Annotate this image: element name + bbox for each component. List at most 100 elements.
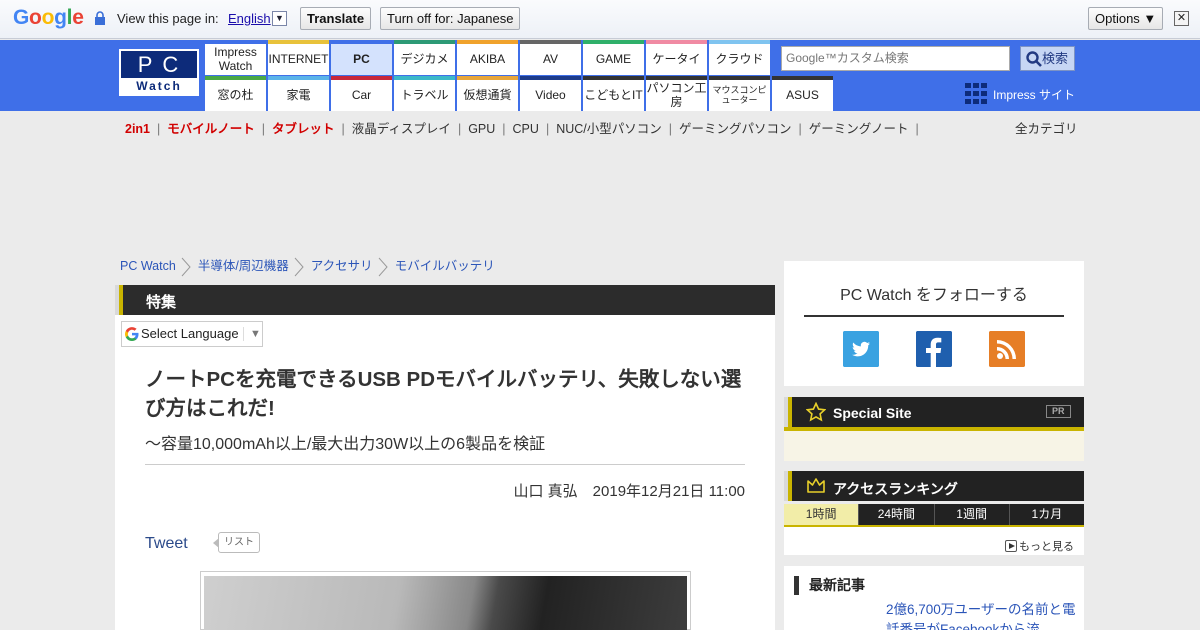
special-site-box: Special Site PR [784,397,1084,427]
ranking-tab[interactable]: 24時間 [858,504,933,525]
google-g-icon [125,327,139,341]
impress-site-label: Impress サイト [993,88,1076,102]
star-icon [806,402,826,422]
category-link[interactable]: 2in1 [118,122,157,136]
translate-button[interactable]: Translate [300,7,372,30]
search-input[interactable]: Google™カスタム検索 [781,46,1010,71]
nav-item[interactable]: Impress Watch [205,40,266,75]
ranking-box: アクセスランキング [784,471,1084,501]
category-link[interactable]: 液晶ディスプレイ [345,118,458,137]
latest-title: 最新記事 [794,576,865,595]
select-language-label: Select Language [141,326,239,341]
nav-item[interactable]: 家電 [268,76,329,111]
breadcrumb-item[interactable]: 半導体/周辺機器 [198,255,289,274]
site-nav: Impress Watch INTERNET PC デジカメ AKIBA AV GAME ケー… [205,40,833,111]
search-icon [1026,51,1042,67]
breadcrumb-item[interactable]: アクセサリ [311,255,373,274]
nav-item[interactable]: マウスコンピューター [709,76,770,111]
nav-item[interactable]: Car [331,76,392,111]
pc-watch-logo[interactable]: PC Watch [119,49,199,96]
ranking-title: アクセスランキング [833,481,958,497]
latest-article-link[interactable]: 2億6,700万ユーザーの名前と電話番号がFacebookから流 [886,600,1076,630]
section-accent-bar [119,285,123,315]
nav-item[interactable]: AV [520,40,581,75]
lock-icon [95,11,105,25]
breadcrumb-item[interactable]: PC Watch [120,259,176,273]
nav-item[interactable]: ケータイ [646,40,707,75]
nav-item[interactable]: PC [331,40,392,75]
nav-item[interactable]: Video [520,76,581,111]
nav-item[interactable]: クラウド [709,40,770,75]
article-image [204,576,687,630]
list-button[interactable]: リスト [213,532,260,553]
follow-box: PC Watch をフォローする [784,261,1084,386]
latest-articles-box: 最新記事 2億6,700万ユーザーの名前と電話番号がFacebookから流 [784,566,1084,630]
all-categories-link[interactable]: 全カテゴリ [1015,118,1078,137]
article-photo[interactable] [200,571,691,630]
chevron-right-icon [294,257,304,277]
ranking-header: アクセスランキング [784,471,1084,501]
nav-item[interactable]: 仮想通貨 [457,76,518,111]
special-site-header: Special Site PR [784,397,1084,427]
category-link[interactable]: NUC/小型パソコン [549,118,669,137]
category-bar: 2in1 | モバイルノート | タブレット | 液晶ディスプレイ | GPU | CPU | NUC/… [118,118,1078,137]
ranking-tab[interactable]: 1週間 [933,504,1009,525]
nav-item[interactable]: デジカメ [394,40,455,75]
options-button[interactable]: Options ▼ [1088,7,1164,30]
nav-item[interactable]: 窓の杜 [205,76,266,111]
nav-item[interactable]: パソコン工房 [646,76,707,111]
follow-title: PC Watch をフォローする [804,281,1064,317]
nav-item[interactable]: トラベル [394,76,455,111]
category-link[interactable]: タブレット [265,118,342,137]
more-label: もっと見る [1019,541,1074,553]
logo-top-text: PC [137,52,189,77]
category-link[interactable]: GPU [461,122,502,136]
rss-icon[interactable] [989,331,1025,367]
crown-icon [807,478,825,493]
ranking-body: もっと見る [784,525,1084,555]
close-icon[interactable]: ✕ [1174,11,1189,26]
header-accent-bar [788,397,792,427]
category-link[interactable]: モバイルノート [160,118,262,137]
play-icon [1005,540,1017,552]
article-title: ノートPCを充電できるUSB PDモバイルバッテリ、失敗しない選び方はこれだ! [145,368,742,420]
tweet-button[interactable]: Tweet [145,535,188,553]
language-select[interactable]: English [228,11,271,26]
category-link[interactable]: CPU [506,122,546,136]
search-button-label: 検索 [1041,51,1068,66]
special-site-title: Special Site [833,405,912,421]
language-dropdown-icon[interactable]: ▼ [272,11,287,26]
nav-item[interactable]: こどもとIT [583,76,644,111]
search-button[interactable]: 検索 [1020,46,1075,71]
logo-bottom-text: Watch [121,78,197,94]
category-separator: | [915,122,919,136]
chevron-right-icon [181,257,191,277]
view-page-label: View this page in: [117,11,219,26]
select-language-dropdown[interactable]: Select Language ▼ [121,321,263,347]
divider [145,464,745,465]
pr-badge: PR [1046,405,1071,418]
category-link[interactable]: ゲーミングパソコン [672,118,799,137]
ranking-tab[interactable]: 1カ月 [1008,504,1084,525]
special-site-body [784,427,1084,461]
breadcrumb-item[interactable]: モバイルバッテリ [395,255,495,274]
facebook-icon[interactable] [916,331,952,367]
nav-item[interactable]: GAME [583,40,644,75]
chevron-right-icon [378,257,388,277]
nav-item[interactable]: ASUS [772,76,833,111]
grid-icon [965,83,987,104]
article: 特集 Select Language ▼ ノートPCを充電できるUSB PDモバ… [115,285,775,630]
turn-off-button[interactable]: Turn off for: Japanese [380,7,521,30]
translate-bar: Google View this page in: English ▼ Tran… [0,0,1200,39]
section-header: 特集 [115,285,775,315]
twitter-icon[interactable] [843,331,879,367]
breadcrumb: PC Watch 半導体/周辺機器 アクセサリ モバイルバッテリ [120,255,495,277]
google-logo: Google [13,6,84,29]
nav-item[interactable]: AKIBA [457,40,518,75]
more-link[interactable]: もっと見る [1005,538,1074,554]
chevron-down-icon: ▼ [243,327,261,341]
ranking-tab[interactable]: 1時間 [784,504,859,525]
byline: 山口 真弘 2019年12月21日 11:00 [513,483,746,500]
nav-item[interactable]: INTERNET [268,40,329,75]
category-link[interactable]: ゲーミングノート [802,118,916,137]
